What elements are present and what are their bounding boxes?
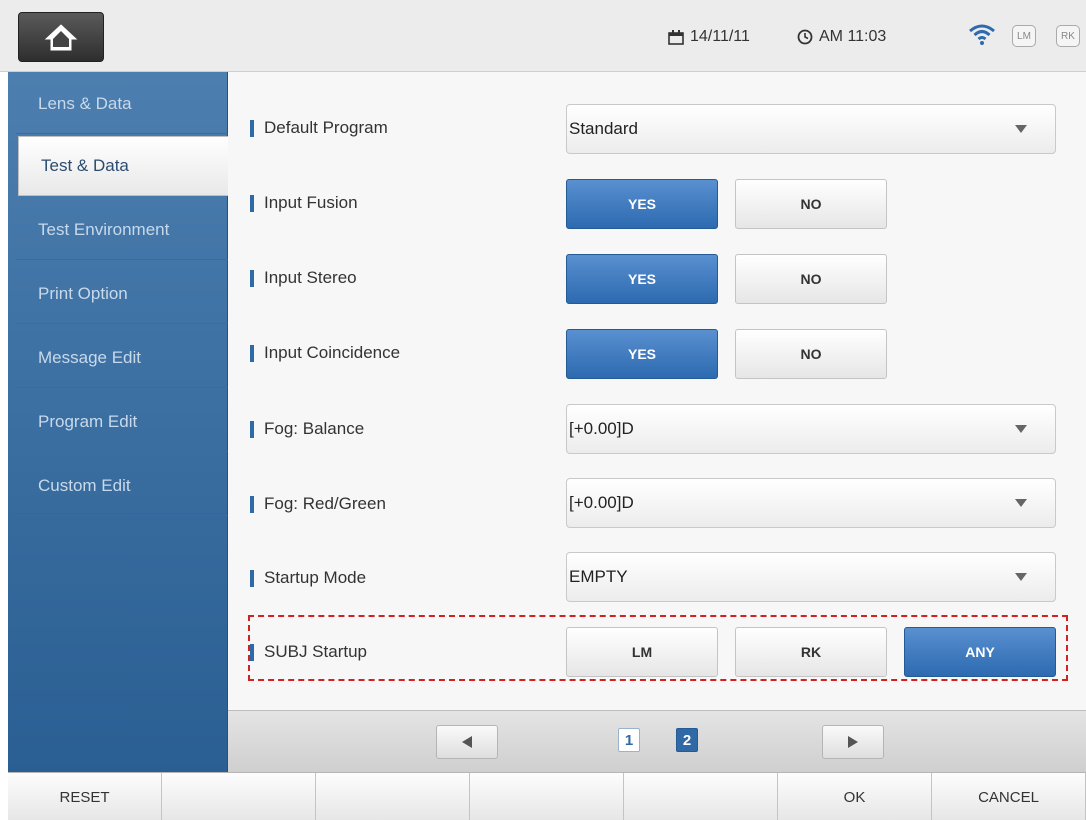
default-program-dropdown[interactable]: Standard <box>566 104 1056 154</box>
input-coincidence-label: Input Coincidence <box>250 343 400 363</box>
clock-icon <box>797 29 813 45</box>
subj-startup-any-button[interactable]: ANY <box>904 627 1056 677</box>
input-fusion-label: Input Fusion <box>250 193 358 213</box>
fog-red-green-dropdown[interactable]: [+0.00]D <box>566 478 1056 528</box>
input-stereo-no-button[interactable]: NO <box>735 254 887 304</box>
sidebar-item-custom-edit[interactable]: Custom Edit <box>16 456 228 516</box>
input-stereo-label: Input Stereo <box>250 268 357 288</box>
blank-button-4[interactable] <box>470 773 624 820</box>
lm-badge: LM <box>1012 25 1036 47</box>
arrow-right-icon <box>848 736 858 748</box>
settings-panel: Default Program Standard Input Fusion YE… <box>228 72 1086 710</box>
cancel-button[interactable]: CANCEL <box>932 773 1086 820</box>
subj-startup-lm-button[interactable]: LM <box>566 627 718 677</box>
home-button[interactable] <box>18 12 104 62</box>
dropdown-arrow-icon <box>1015 425 1027 433</box>
page-2-button[interactable]: 2 <box>676 728 698 752</box>
input-coincidence-no-button[interactable]: NO <box>735 329 887 379</box>
rk-badge: RK <box>1056 25 1080 47</box>
wifi-icon <box>969 24 995 45</box>
pagination-bar: 1 2 <box>228 710 1086 772</box>
startup-mode-value: EMPTY <box>569 567 628 586</box>
fog-balance-label: Fog: Balance <box>250 419 364 439</box>
dropdown-arrow-icon <box>1015 499 1027 507</box>
blank-button-5[interactable] <box>624 773 778 820</box>
reset-button[interactable]: RESET <box>8 773 162 820</box>
blank-button-2[interactable] <box>162 773 316 820</box>
fog-red-green-value: [+0.00]D <box>569 493 634 512</box>
ok-button[interactable]: OK <box>778 773 932 820</box>
fog-red-green-label: Fog: Red/Green <box>250 494 386 514</box>
blank-button-3[interactable] <box>316 773 470 820</box>
time-display: AM 11:03 <box>797 28 886 46</box>
next-page-button[interactable] <box>822 725 884 759</box>
sidebar-item-program-edit[interactable]: Program Edit <box>16 392 228 452</box>
time-text: AM 11:03 <box>819 28 887 45</box>
calendar-icon <box>668 29 684 45</box>
fog-balance-dropdown[interactable]: [+0.00]D <box>566 404 1056 454</box>
settings-sidebar: Lens & Data Test & Data Test Environment… <box>8 72 234 772</box>
bottom-button-bar: RESET OK CANCEL <box>8 772 1086 820</box>
top-status-bar: 14/11/11 AM 11:03 LM RK <box>0 0 1086 72</box>
dropdown-arrow-icon <box>1015 573 1027 581</box>
home-icon <box>44 24 78 51</box>
sidebar-item-test-data[interactable]: Test & Data <box>18 136 234 196</box>
date-display: 14/11/11 <box>668 28 750 46</box>
fog-balance-value: [+0.00]D <box>569 419 634 438</box>
default-program-label: Default Program <box>250 118 388 138</box>
dropdown-arrow-icon <box>1015 125 1027 133</box>
startup-mode-dropdown[interactable]: EMPTY <box>566 552 1056 602</box>
sidebar-item-message-edit[interactable]: Message Edit <box>16 328 228 388</box>
input-fusion-no-button[interactable]: NO <box>735 179 887 229</box>
input-coincidence-yes-button[interactable]: YES <box>566 329 718 379</box>
input-fusion-yes-button[interactable]: YES <box>566 179 718 229</box>
prev-page-button[interactable] <box>436 725 498 759</box>
sidebar-item-print-option[interactable]: Print Option <box>16 264 228 324</box>
default-program-value: Standard <box>569 119 638 138</box>
date-text: 14/11/11 <box>690 28 750 45</box>
arrow-left-icon <box>462 736 472 748</box>
sidebar-item-test-environment[interactable]: Test Environment <box>16 200 228 260</box>
startup-mode-label: Startup Mode <box>250 568 366 588</box>
subj-startup-rk-button[interactable]: RK <box>735 627 887 677</box>
sidebar-item-lens-data[interactable]: Lens & Data <box>16 74 228 134</box>
page-1-button[interactable]: 1 <box>618 728 640 752</box>
subj-startup-label: SUBJ Startup <box>250 642 367 662</box>
input-stereo-yes-button[interactable]: YES <box>566 254 718 304</box>
